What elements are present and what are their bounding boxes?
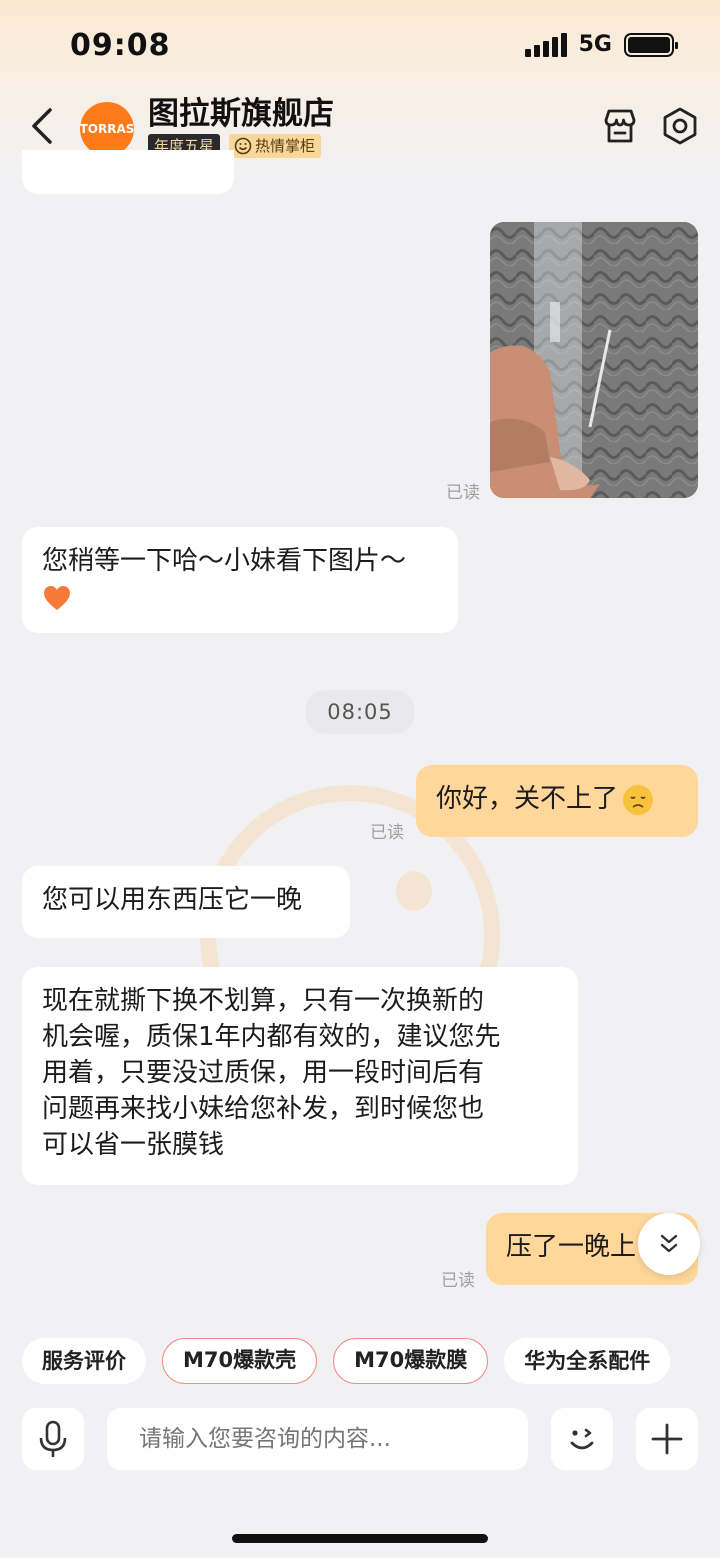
read-receipt: 已读 bbox=[370, 823, 404, 843]
message-text: 您稍等一下哈～小妹看下图片～ bbox=[42, 546, 407, 576]
partial-message-bubble bbox=[22, 150, 234, 194]
shop-message: 您稍等一下哈～小妹看下图片～ bbox=[22, 527, 458, 633]
badge-enthusiastic: 热情掌柜 bbox=[229, 134, 322, 158]
quick-reply-chips: 服务评价 M70爆款壳 M70爆款膜 华为全系配件 bbox=[22, 1338, 671, 1384]
my-message: 你好，关不上了 bbox=[416, 765, 698, 837]
double-chevron-down-icon bbox=[660, 1234, 678, 1253]
chip-huawei-accessories[interactable]: 华为全系配件 bbox=[504, 1338, 671, 1384]
store-icon[interactable] bbox=[600, 106, 640, 146]
sent-image[interactable] bbox=[490, 222, 698, 498]
read-receipt: 已读 bbox=[446, 483, 480, 503]
status-indicators: 5G bbox=[524, 32, 678, 57]
input-row bbox=[22, 1408, 698, 1470]
message-text: 你好，关不上了 bbox=[436, 784, 619, 814]
read-receipt: 已读 bbox=[441, 1271, 475, 1291]
signal-icon bbox=[524, 32, 567, 57]
message-text: 压了一晚上 bbox=[506, 1232, 637, 1262]
smile-badge-icon bbox=[234, 137, 252, 155]
timestamp-chip: 08:05 bbox=[305, 690, 415, 734]
sad-face-icon bbox=[623, 784, 654, 815]
back-icon[interactable] bbox=[28, 106, 56, 146]
badge-hot-label: 热情掌柜 bbox=[255, 137, 316, 155]
bottom-panel: 服务评价 M70爆款壳 M70爆款膜 华为全系配件 bbox=[0, 1318, 720, 1558]
chip-service-review[interactable]: 服务评价 bbox=[22, 1338, 146, 1384]
shop-name[interactable]: 图拉斯旗舰店 bbox=[148, 88, 334, 133]
message-input[interactable] bbox=[107, 1408, 528, 1470]
voice-button[interactable] bbox=[22, 1408, 84, 1470]
message-text: 您可以用东西压它一晚 bbox=[42, 885, 303, 915]
message-line: 可以省一张膜钱 bbox=[42, 1130, 225, 1160]
chip-m70-case[interactable]: M70爆款壳 bbox=[162, 1338, 318, 1384]
shop-message: 您可以用东西压它一晚 bbox=[22, 866, 350, 938]
network-type: 5G bbox=[578, 32, 612, 57]
message-line: 用着，只要没过质保，用一段时间后有 bbox=[42, 1058, 485, 1088]
status-time: 09:08 bbox=[70, 28, 171, 63]
emoji-button[interactable] bbox=[551, 1408, 613, 1470]
message-line: 问题再来找小妹给您补发，到时候您也 bbox=[42, 1094, 485, 1124]
scroll-to-bottom-button[interactable] bbox=[638, 1213, 700, 1275]
home-indicator[interactable] bbox=[232, 1534, 488, 1543]
plus-icon bbox=[651, 1423, 683, 1455]
shop-avatar[interactable]: TORRAS bbox=[80, 102, 134, 156]
shop-message: 现在就撕下换不划算，只有一次换新的 机会喔，质保1年内都有效的，建议您先 用着，… bbox=[22, 967, 578, 1185]
settings-icon[interactable] bbox=[660, 106, 700, 146]
microphone-icon bbox=[39, 1420, 67, 1457]
wink-emoji-icon bbox=[570, 1428, 594, 1450]
orange-heart-icon bbox=[44, 585, 70, 610]
more-button[interactable] bbox=[636, 1408, 698, 1470]
battery-icon bbox=[624, 32, 678, 57]
chip-m70-film[interactable]: M70爆款膜 bbox=[333, 1338, 489, 1384]
message-line: 机会喔，质保1年内都有效的，建议您先 bbox=[42, 1022, 501, 1052]
message-line: 现在就撕下换不划算，只有一次换新的 bbox=[42, 986, 485, 1016]
sent-image-content bbox=[490, 222, 698, 498]
